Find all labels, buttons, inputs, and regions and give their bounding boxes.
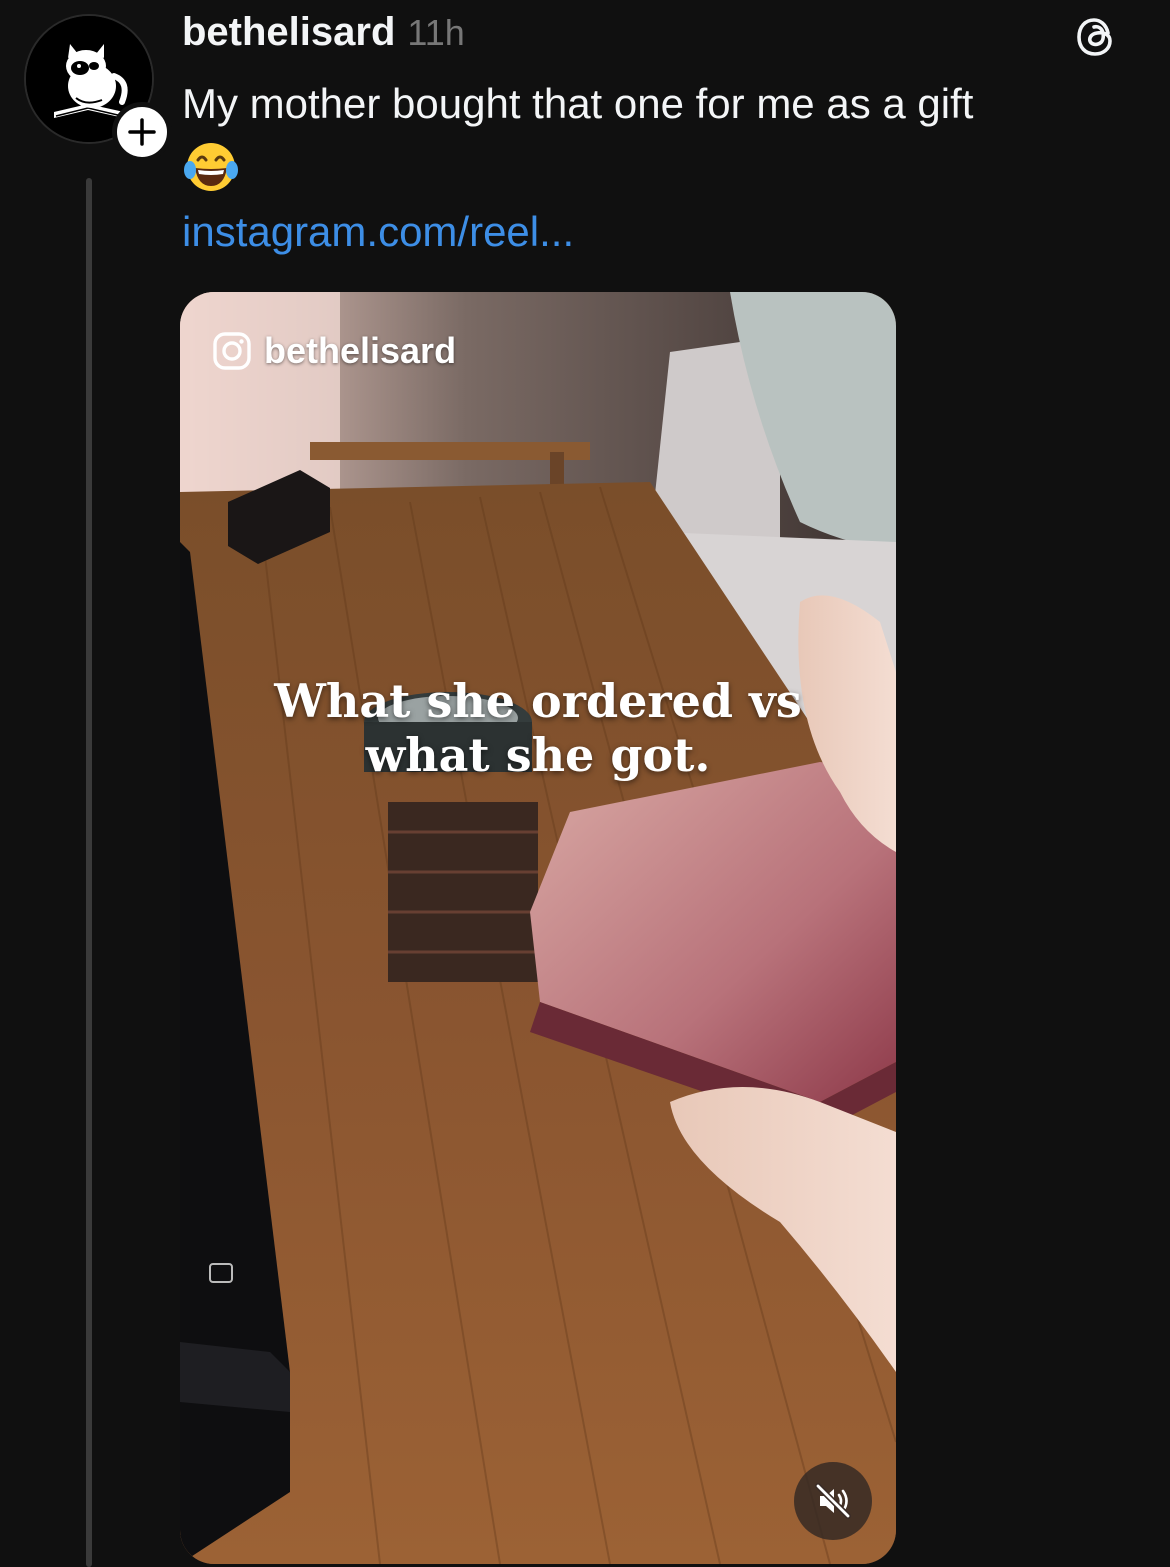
- timestamp: 11h: [407, 12, 465, 53]
- watermark-username: bethelisard: [264, 330, 457, 371]
- post-header: bethelisard 11h: [182, 10, 465, 55]
- avatar-container[interactable]: [24, 14, 172, 162]
- laughing-emoji-icon: [182, 140, 240, 194]
- threads-logo-icon[interactable]: [1072, 12, 1122, 62]
- follow-button[interactable]: [112, 102, 172, 162]
- mute-button[interactable]: [794, 1462, 872, 1540]
- reel-link[interactable]: instagram.com/reel...: [182, 208, 574, 256]
- video-media[interactable]: bethelisard What she ordered vs what she…: [180, 292, 896, 1564]
- username[interactable]: bethelisard: [182, 10, 395, 55]
- instagram-icon: [213, 332, 251, 370]
- thread-connector-line: [86, 178, 92, 1567]
- video-frame: [180, 292, 896, 1564]
- post-text: My mother bought that one for me as a gi…: [182, 80, 974, 127]
- video-caption: What she ordered vs what she got.: [274, 674, 802, 782]
- instagram-watermark: bethelisard: [212, 330, 456, 372]
- thread-post: bethelisard 11h My mother bought that on…: [0, 0, 1170, 1567]
- plus-icon: [128, 118, 156, 146]
- speaker-muted-icon: [815, 1483, 851, 1519]
